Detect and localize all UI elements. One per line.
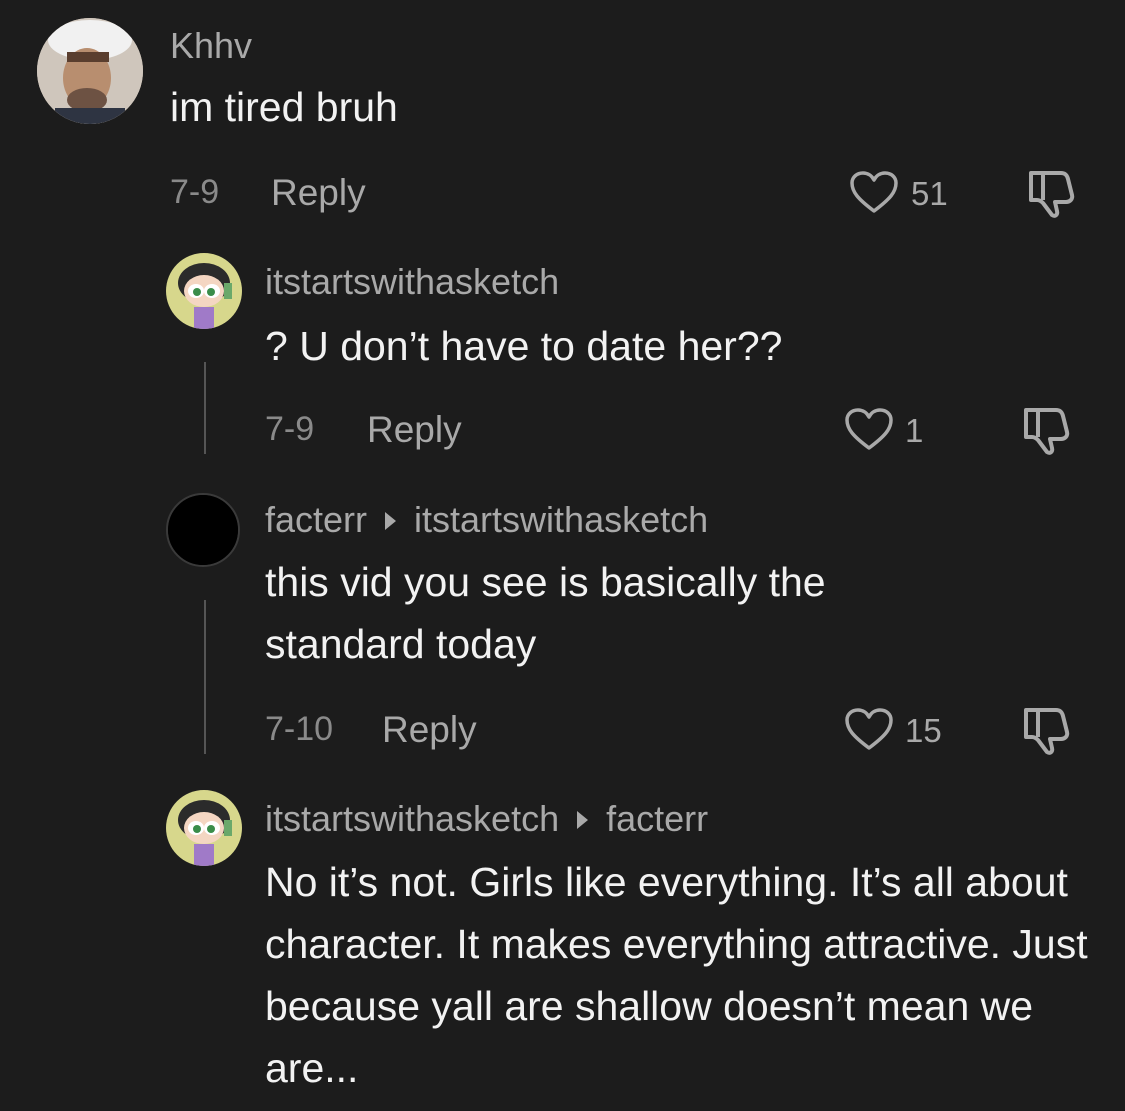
heart-icon xyxy=(845,708,893,750)
thumbs-down-icon xyxy=(1024,708,1070,755)
reply-button[interactable]: Reply xyxy=(382,711,477,748)
comment-date: 7-10 xyxy=(265,710,334,748)
comment-header: itstartswithasketch facterr xyxy=(265,801,708,837)
like-count: 1 xyxy=(905,412,924,449)
avatar[interactable] xyxy=(166,493,240,567)
comment-username[interactable]: itstartswithasketch xyxy=(265,264,559,300)
dislike-button[interactable] xyxy=(1018,404,1074,456)
heart-icon xyxy=(850,171,898,213)
thumbs-down-icon xyxy=(1024,408,1070,455)
like-count: 51 xyxy=(911,175,948,212)
comment-username[interactable]: facterr xyxy=(265,499,367,540)
comment-text: im tired bruh xyxy=(170,84,398,130)
thread-line xyxy=(204,362,206,454)
reply-arrow-icon xyxy=(577,810,589,829)
comment-text: ? U don’t have to date her?? xyxy=(265,323,783,369)
comment-date: 7-9 xyxy=(170,173,220,211)
like-button[interactable] xyxy=(843,706,895,752)
like-button[interactable] xyxy=(848,169,900,215)
black-avatar-icon xyxy=(168,495,238,565)
avatar[interactable] xyxy=(166,253,242,329)
comment-header: facterr itstartswithasketch xyxy=(265,502,708,538)
reply-to-username[interactable]: itstartswithasketch xyxy=(414,499,708,540)
comment-username[interactable]: Khhv xyxy=(170,28,252,64)
profile-photo-icon xyxy=(37,18,143,124)
reply-button[interactable]: Reply xyxy=(367,411,462,448)
dislike-button[interactable] xyxy=(1023,167,1079,219)
comment-text: No it’s not. Girls like everything. It’s… xyxy=(265,859,1088,1091)
reply-arrow-icon xyxy=(385,511,397,530)
comment-date: 7-9 xyxy=(265,410,315,448)
reply-button[interactable]: Reply xyxy=(271,174,366,211)
dislike-button[interactable] xyxy=(1018,704,1074,756)
comment-username[interactable]: itstartswithasketch xyxy=(265,798,559,839)
avatar[interactable] xyxy=(166,790,242,866)
comment-text: this vid you see is basically the standa… xyxy=(265,559,826,667)
thumbs-down-icon xyxy=(1029,171,1075,218)
cartoon-avatar-icon xyxy=(166,253,242,329)
avatar[interactable] xyxy=(37,18,143,124)
heart-icon xyxy=(845,408,893,450)
like-count: 15 xyxy=(905,712,942,749)
cartoon-avatar-icon xyxy=(166,790,242,866)
thread-line xyxy=(204,600,206,754)
reply-to-username[interactable]: facterr xyxy=(606,798,708,839)
like-button[interactable] xyxy=(843,406,895,452)
